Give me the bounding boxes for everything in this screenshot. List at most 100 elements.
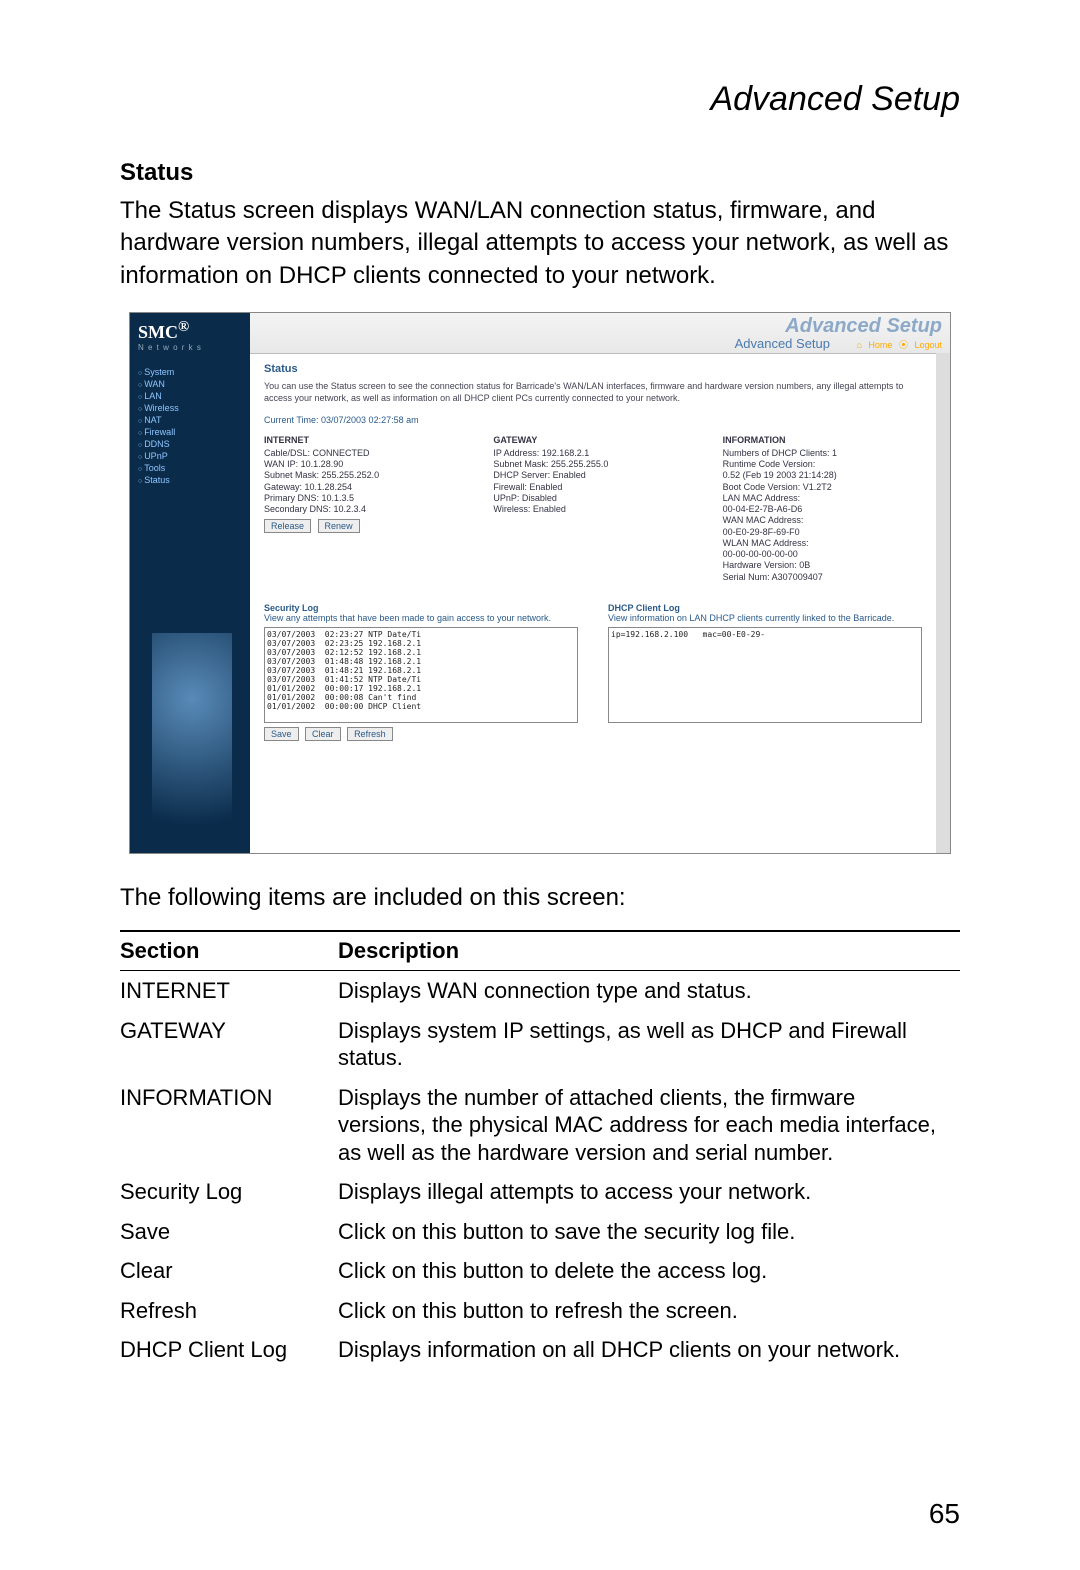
info-line: 00-04-E2-7B-A6-D6 [723,504,922,515]
current-time: Current Time: 03/07/2003 02:27:58 am [264,415,922,425]
screenshot-body: Status You can use the Status screen to … [250,353,936,853]
gateway-line: Wireless: Enabled [493,504,692,515]
nav-system[interactable]: System [134,366,246,378]
nav-nat[interactable]: NAT [134,414,246,426]
body-status-title: Status [264,363,922,375]
nav-ddns[interactable]: DDNS [134,438,246,450]
info-line: Hardware Version: 0B [723,560,922,571]
info-line: Numbers of DHCP Clients: 1 [723,448,922,459]
table-row: ClearClick on this button to delete the … [120,1251,960,1291]
dhcp-client-log: DHCP Client Log View information on LAN … [608,603,922,741]
description-table: Section Description INTERNETDisplays WAN… [120,930,960,1370]
log-row: 01/01/2002 00:00:08 Can't find [267,693,575,702]
logout-icon[interactable]: ⦿ Logout [899,340,942,350]
nav-tools[interactable]: Tools [134,462,246,474]
log-row: 03/07/2003 02:23:25 192.168.2.1 [267,639,575,648]
log-row: 03/07/2003 01:48:21 192.168.2.1 [267,666,575,675]
nav-upnp[interactable]: UPnP [134,450,246,462]
internet-line: Subnet Mask: 255.255.252.0 [264,470,463,481]
dhcp-log-heading: DHCP Client Log [608,603,922,613]
home-icon[interactable]: ⌂ Home [856,340,892,350]
th-section: Section [120,931,338,971]
gateway-line: DHCP Server: Enabled [493,470,692,481]
refresh-button[interactable]: Refresh [347,727,393,741]
table-row: DHCP Client LogDisplays information on a… [120,1330,960,1370]
sidebar-illustration [152,633,232,853]
sidebar-nav: System WAN LAN Wireless NAT Firewall DDN… [130,360,250,492]
gateway-line: UPnP: Disabled [493,493,692,504]
info-line: Serial Num: A307009407 [723,572,922,583]
after-screenshot-text: The following items are included on this… [120,884,960,912]
th-description: Description [338,931,960,971]
table-row: SaveClick on this button to save the sec… [120,1212,960,1252]
info-line: LAN MAC Address: [723,493,922,504]
dhcp-log-box[interactable]: ip=192.168.2.100 mac=00-E0-29- [608,627,922,723]
nav-wireless[interactable]: Wireless [134,402,246,414]
security-log-box[interactable]: 03/07/2003 02:23:27 NTP Date/Ti 03/07/20… [264,627,578,723]
topbar-links: ⌂ Home ⦿ Logout [852,338,942,351]
nav-firewall[interactable]: Firewall [134,426,246,438]
clear-button[interactable]: Clear [305,727,341,741]
section-heading: Status [120,159,960,187]
info-line: Boot Code Version: V1.2T2 [723,482,922,493]
cell-section: Security Log [120,1172,338,1212]
info-line: 0.52 (Feb 19 2003 21:14:28) [723,470,922,481]
security-log-desc: View any attempts that have been made to… [264,613,578,623]
log-row: ip=192.168.2.100 mac=00-E0-29- [611,630,919,639]
scrollbar[interactable] [936,353,950,853]
log-row: 03/07/2003 02:12:52 192.168.2.1 [267,648,575,657]
screenshot-sidebar: SMC® N e t w o r k s System WAN LAN Wire… [130,313,250,853]
info-line: 00-E0-29-8F-69-F0 [723,527,922,538]
cell-description: Displays system IP settings, as well as … [338,1011,960,1078]
gateway-line: Subnet Mask: 255.255.255.0 [493,459,692,470]
internet-line: Gateway: 10.1.28.254 [264,482,463,493]
brand-logo: SMC® [130,313,250,343]
table-row: INFORMATIONDisplays the number of attach… [120,1078,960,1173]
security-log-heading: Security Log [264,603,578,613]
cell-description: Click on this button to refresh the scre… [338,1291,960,1331]
cell-description: Click on this button to save the securit… [338,1212,960,1252]
intro-paragraph: The Status screen displays WAN/LAN conne… [120,195,960,292]
nav-lan[interactable]: LAN [134,390,246,402]
table-row: INTERNETDisplays WAN connection type and… [120,971,960,1011]
cell-section: GATEWAY [120,1011,338,1078]
info-line: WAN MAC Address: [723,515,922,526]
cell-section: Refresh [120,1291,338,1331]
body-status-desc: You can use the Status screen to see the… [264,381,922,404]
page-header-title: Advanced Setup [120,80,960,119]
cell-description: Displays the number of attached clients,… [338,1078,960,1173]
release-button[interactable]: Release [264,519,311,533]
nav-status[interactable]: Status [134,474,246,486]
topbar-title-fade: Advanced Setup [785,315,942,338]
log-row: 03/07/2003 01:48:48 192.168.2.1 [267,657,575,666]
table-row: Security LogDisplays illegal attempts to… [120,1172,960,1212]
cell-description: Displays information on all DHCP clients… [338,1330,960,1370]
gateway-line: IP Address: 192.168.2.1 [493,448,692,459]
nav-wan[interactable]: WAN [134,378,246,390]
log-row: 01/01/2002 00:00:00 DHCP Client [267,702,575,711]
information-column: INFORMATION Numbers of DHCP Clients: 1 R… [723,435,922,583]
info-line: WLAN MAC Address: [723,538,922,549]
log-row: 03/07/2003 02:23:27 NTP Date/Ti [267,630,575,639]
cell-section: INFORMATION [120,1078,338,1173]
status-screenshot: SMC® N e t w o r k s System WAN LAN Wire… [129,312,951,854]
internet-line: Primary DNS: 10.1.3.5 [264,493,463,504]
internet-heading: INTERNET [264,435,463,446]
information-heading: INFORMATION [723,435,922,446]
topbar-title: Advanced Setup [735,336,830,351]
renew-button[interactable]: Renew [318,519,360,533]
save-button[interactable]: Save [264,727,299,741]
brand-subtext: N e t w o r k s [130,343,250,360]
screenshot-topbar: Advanced Setup Advanced Setup ⌂ Home ⦿ L… [250,313,950,354]
cell-description: Displays illegal attempts to access your… [338,1172,960,1212]
cell-section: Save [120,1212,338,1252]
internet-line: Secondary DNS: 10.2.3.4 [264,504,463,515]
internet-line: WAN IP: 10.1.28.90 [264,459,463,470]
cell-section: DHCP Client Log [120,1330,338,1370]
gateway-line: Firewall: Enabled [493,482,692,493]
cell-description: Displays WAN connection type and status. [338,971,960,1011]
internet-column: INTERNET Cable/DSL: CONNECTED WAN IP: 10… [264,435,463,583]
log-row: 03/07/2003 01:41:52 NTP Date/Ti [267,675,575,684]
cell-section: INTERNET [120,971,338,1011]
table-row: RefreshClick on this button to refresh t… [120,1291,960,1331]
